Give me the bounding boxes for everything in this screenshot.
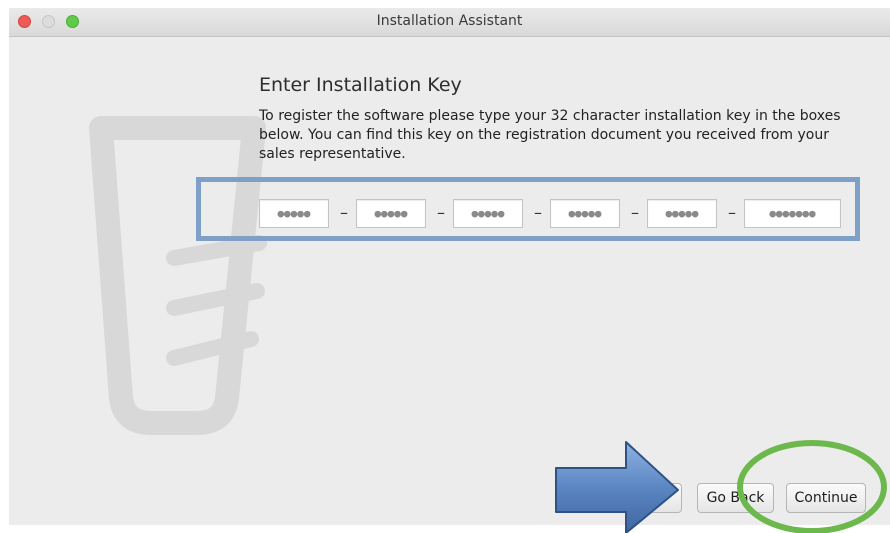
instructions-text: To register the software please type you… [259, 108, 841, 162]
key-fields-highlight [196, 177, 860, 241]
page-title: Enter Installation Key [259, 74, 462, 96]
hidden-button[interactable] [582, 483, 682, 513]
window-title: Installation Assistant [376, 13, 523, 29]
installer-logo-icon [89, 116, 267, 435]
installer-window: Installation Assistant Enter Installatio… [9, 8, 890, 525]
go-back-button[interactable]: Go Back [697, 483, 774, 513]
title-bar: Installation Assistant [9, 8, 890, 37]
continue-button[interactable]: Continue [786, 483, 866, 513]
